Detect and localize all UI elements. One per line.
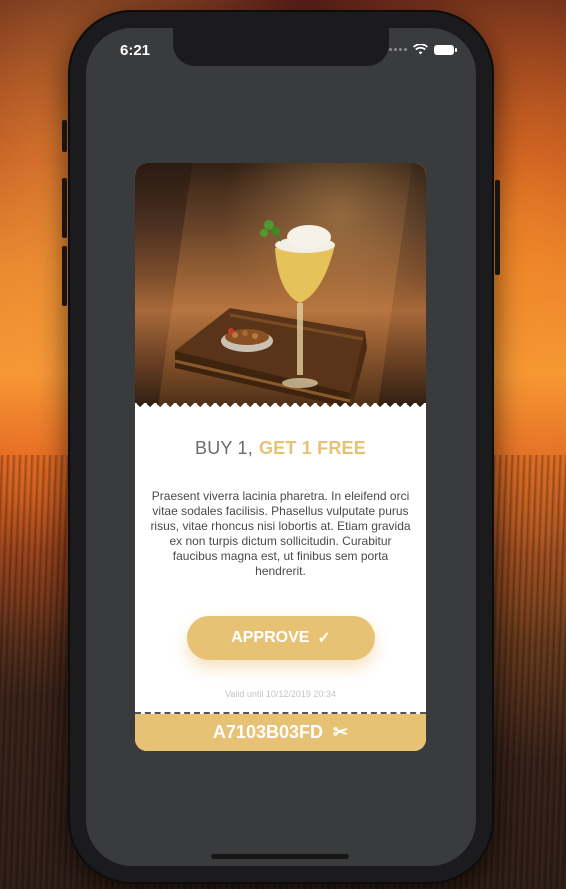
home-indicator[interactable] [211,854,349,859]
phone-frame: 6:21 BUY 1, GET 1 FREE Praesent viverra … [62,10,500,884]
coupon-code-area[interactable]: A7103B03FD ✂ [135,714,426,751]
offer-title: BUY 1, GET 1 FREE [135,438,426,459]
signal-icon [389,48,407,51]
wifi-icon [413,44,428,55]
check-icon: ✓ [317,630,331,647]
approve-button[interactable]: APPROVE ✓ [187,616,375,660]
mute-switch [62,120,67,152]
battery-icon [434,44,457,55]
notch [173,28,389,66]
approve-button-label: APPROVE [231,629,310,646]
cocktail-image [174,220,367,408]
volume-up-button [62,178,67,238]
volume-down-button [62,246,67,306]
coupon-code: A7103B03FD [212,722,323,742]
valid-until-text: Valid until 10/12/2019 20:34 [225,689,336,699]
offer-title-prefix: BUY 1, [195,438,253,458]
coupon-card: BUY 1, GET 1 FREE Praesent viverra lacini… [135,163,426,751]
scissors-icon: ✂ [332,722,349,742]
status-time: 6:21 [120,42,151,59]
offer-title-highlight: GET 1 FREE [258,438,366,458]
power-button [495,180,500,275]
phone-screen: 6:21 BUY 1, GET 1 FREE Praesent viverra … [86,28,476,866]
coupon-photo [135,163,426,409]
offer-description: Praesent viverra lacinia pharetra. In el… [150,489,411,578]
status-icons [389,44,457,55]
ticket-edge [135,403,426,409]
